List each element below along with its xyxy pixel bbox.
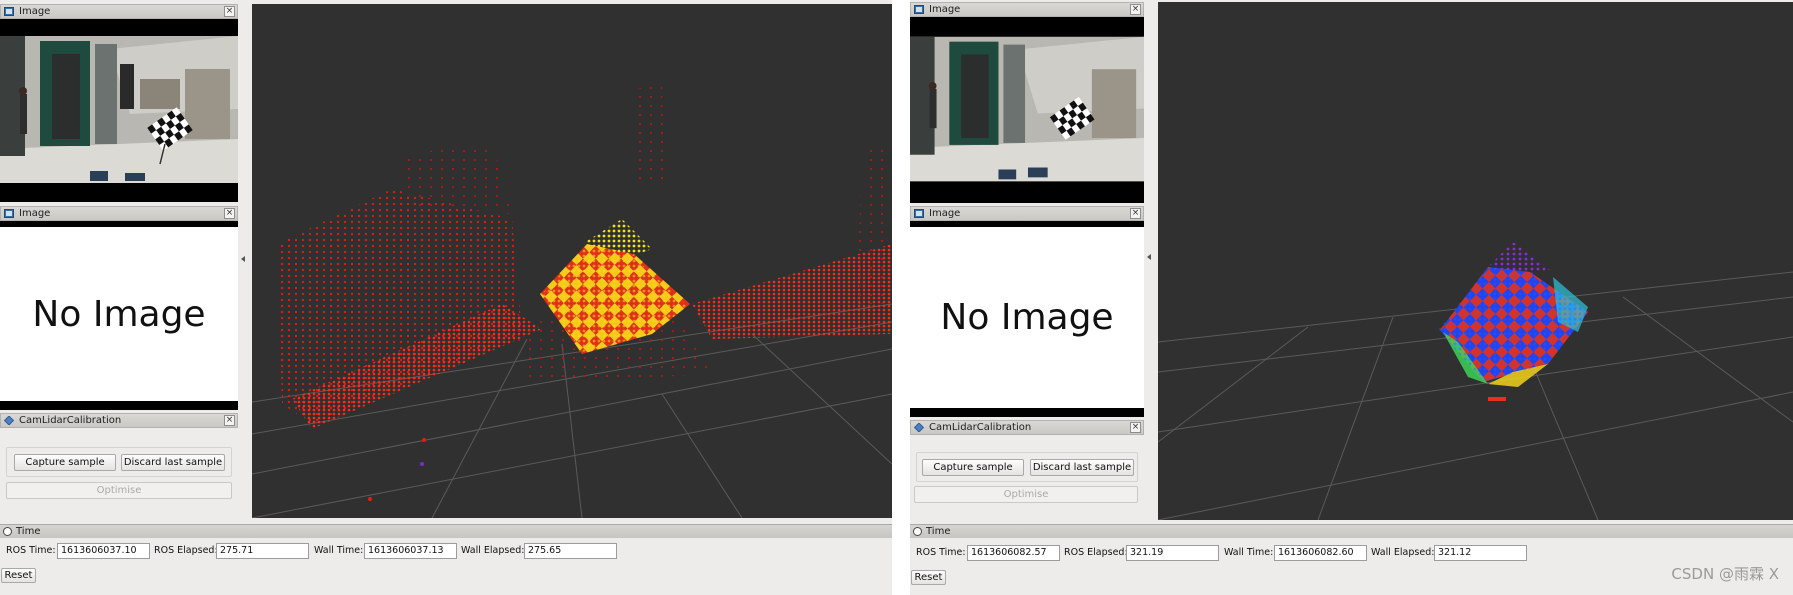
panel-label: CamLidarCalibration xyxy=(19,415,122,426)
close-icon[interactable]: × xyxy=(224,6,235,17)
wall-elapsed-label: Wall Elapsed: xyxy=(461,545,525,556)
time-panel-title: Time xyxy=(0,524,892,538)
time-title: Time xyxy=(16,526,41,537)
no-image-view: No Image xyxy=(0,221,238,410)
ros-time-field[interactable]: 1613606082.57 xyxy=(967,545,1060,561)
image-panel-title[interactable]: Image × xyxy=(910,206,1144,221)
ros-time-label: ROS Time: xyxy=(916,547,966,558)
close-icon[interactable]: × xyxy=(224,208,235,219)
panel-label: Image xyxy=(929,208,961,219)
panel-splitter[interactable] xyxy=(1144,2,1157,520)
stray-point xyxy=(368,497,372,501)
diamond-plugin-icon xyxy=(914,423,924,432)
optimise-button[interactable]: Optimise xyxy=(6,482,232,499)
ros-elapsed-label: ROS Elapsed: xyxy=(1064,547,1128,558)
stray-points xyxy=(1488,397,1506,401)
lidar-far-points xyxy=(402,144,512,214)
image-window-icon xyxy=(4,7,14,16)
3d-viewport[interactable] xyxy=(252,4,892,518)
ros-elapsed-field[interactable]: 321.19 xyxy=(1126,545,1219,561)
panel-label: Image xyxy=(929,4,961,15)
camera-image xyxy=(910,20,1144,200)
panel-splitter[interactable] xyxy=(238,4,251,518)
image-panel-title[interactable]: Image × xyxy=(0,4,238,19)
close-icon[interactable]: × xyxy=(224,415,235,426)
lidar-pole-points xyxy=(632,86,664,182)
collapse-arrow-icon[interactable] xyxy=(241,256,245,262)
camera-image-view xyxy=(0,19,238,202)
close-icon[interactable]: × xyxy=(1130,422,1141,433)
ros-elapsed-label: ROS Elapsed: xyxy=(154,545,218,556)
wall-time-label: Wall Time: xyxy=(1224,547,1274,558)
wall-time-label: Wall Time: xyxy=(314,545,364,556)
panel-label: Image xyxy=(19,6,51,17)
ros-elapsed-field[interactable]: 275.71 xyxy=(216,543,309,559)
calib-panel-title[interactable]: CamLidarCalibration × xyxy=(910,420,1144,435)
rviz-window-right: Image × Image × No Image CamLidarCalibra… xyxy=(910,0,1793,595)
discard-last-sample-button[interactable]: Discard last sample xyxy=(121,454,225,471)
close-icon[interactable]: × xyxy=(1130,4,1141,15)
camera-image xyxy=(0,19,238,202)
stray-point xyxy=(420,462,424,466)
optimise-button[interactable]: Optimise xyxy=(914,486,1138,503)
lidar-edge-points xyxy=(857,139,892,304)
discard-last-sample-button[interactable]: Discard last sample xyxy=(1030,459,1134,476)
image-window-icon xyxy=(4,209,14,218)
collapse-arrow-icon[interactable] xyxy=(1147,254,1151,260)
stray-point xyxy=(422,438,426,442)
wall-elapsed-field[interactable]: 275.65 xyxy=(524,543,617,559)
watermark: CSDN @雨霖 X xyxy=(1671,565,1779,583)
ros-time-field[interactable]: 1613606037.10 xyxy=(57,543,150,559)
wall-elapsed-label: Wall Elapsed: xyxy=(1371,547,1435,558)
clock-icon xyxy=(913,527,922,536)
lidar-point-cloud xyxy=(252,86,892,518)
wall-time-field[interactable]: 1613606082.60 xyxy=(1274,545,1367,561)
no-image-text: No Image xyxy=(940,297,1114,338)
panel-label: CamLidarCalibration xyxy=(929,422,1032,433)
wall-elapsed-field[interactable]: 321.12 xyxy=(1434,545,1527,561)
time-panel-title: Time xyxy=(910,524,1793,538)
capture-sample-button[interactable]: Capture sample xyxy=(922,459,1024,476)
image-panel-title[interactable]: Image × xyxy=(0,206,238,221)
no-image-view: No Image xyxy=(910,221,1144,417)
time-title: Time xyxy=(926,526,951,537)
close-icon[interactable]: × xyxy=(1130,208,1141,219)
reset-button[interactable]: Reset xyxy=(1,568,36,583)
wall-time-field[interactable]: 1613606037.13 xyxy=(364,543,457,559)
image-window-icon xyxy=(914,209,924,218)
diamond-plugin-icon xyxy=(4,416,14,425)
lidar-point-cloud xyxy=(1158,242,1793,520)
image-window-icon xyxy=(914,5,924,14)
capture-sample-button[interactable]: Capture sample xyxy=(14,454,116,471)
panel-label: Image xyxy=(19,208,51,219)
3d-viewport[interactable] xyxy=(1158,2,1793,520)
rviz-window-left: Image × Image × No Image CamLidarCalibra… xyxy=(0,0,892,595)
reset-button[interactable]: Reset xyxy=(911,570,946,585)
clock-icon xyxy=(3,527,12,536)
ros-time-label: ROS Time: xyxy=(6,545,56,556)
camera-image-view xyxy=(910,17,1144,203)
calib-panel-title[interactable]: CamLidarCalibration × xyxy=(0,413,238,428)
no-image-text: No Image xyxy=(32,293,206,335)
image-panel-title[interactable]: Image × xyxy=(910,2,1144,17)
